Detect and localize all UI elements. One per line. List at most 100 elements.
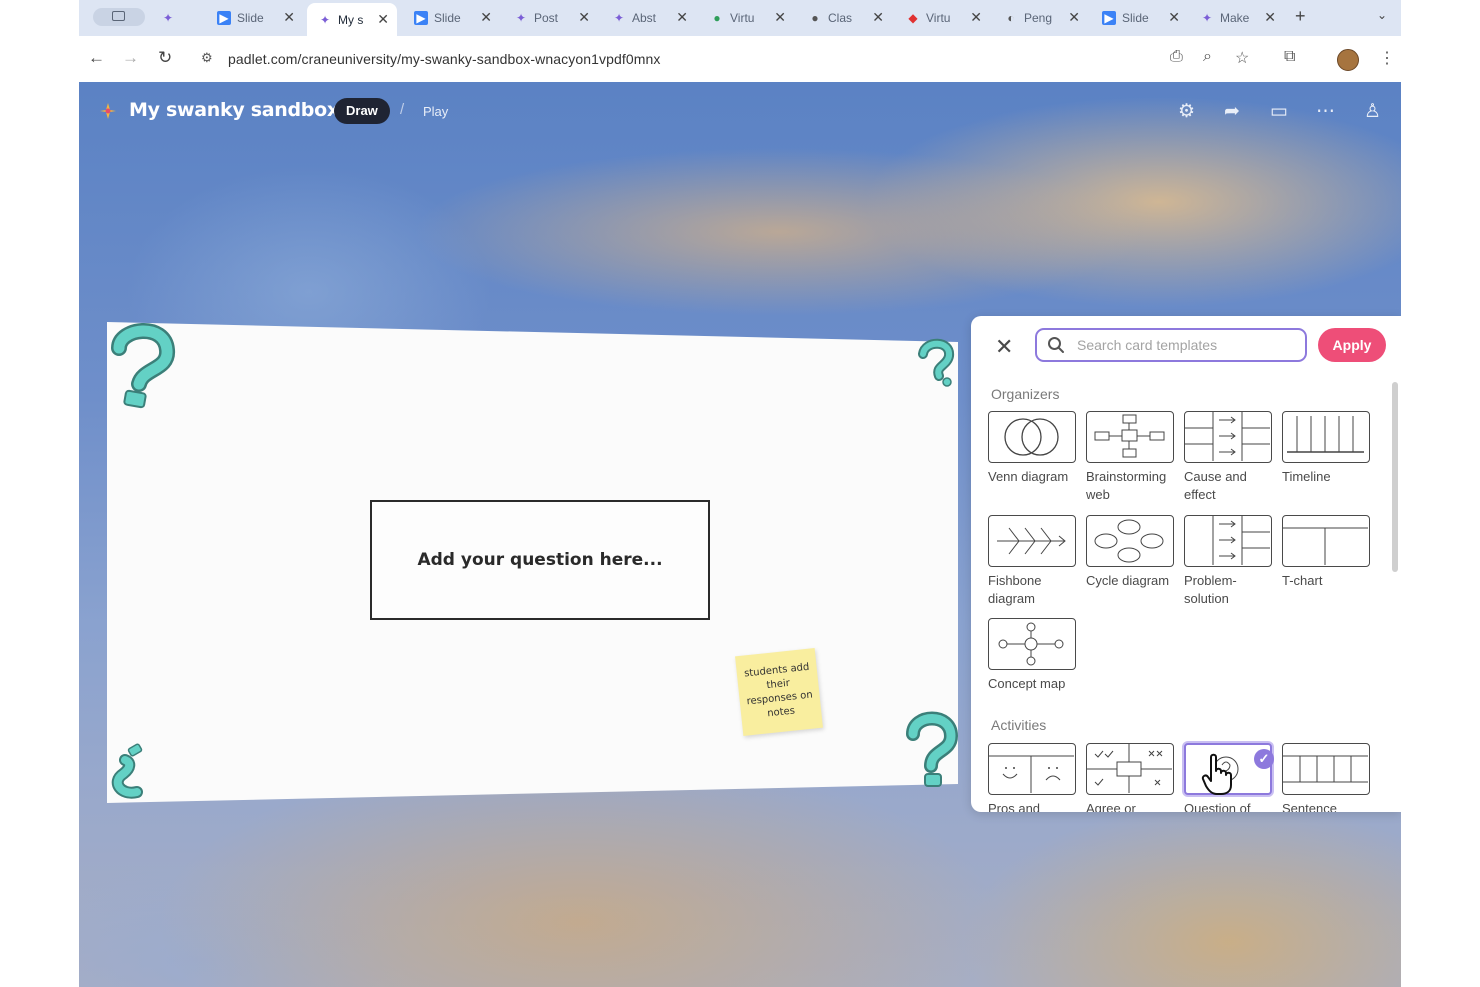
url-text[interactable]: padlet.com/craneuniversity/my-swanky-san… <box>228 51 661 67</box>
close-tab-icon[interactable]: ✕ <box>1264 9 1276 26</box>
question-mark-decoration <box>111 743 143 799</box>
browser-tab-active[interactable]: ✦ My s ✕ <box>307 3 397 36</box>
play-mode-button[interactable]: Play <box>423 104 448 119</box>
browser-tab[interactable]: ▶ Slide ✕ <box>1091 5 1188 30</box>
template-pros-and-cons[interactable]: Pros and <box>988 743 1078 812</box>
browser-tab[interactable]: ▶ Slide ✕ <box>206 5 303 30</box>
browser-tab[interactable]: ● Clas ✕ <box>797 5 892 30</box>
browser-tab[interactable]: ✦ Abst ✕ <box>601 5 696 30</box>
question-box[interactable]: Add your question here... <box>370 500 710 620</box>
whiteboard-card[interactable]: Add your question here... students add t… <box>107 322 959 803</box>
close-tab-icon[interactable]: ✕ <box>377 11 389 28</box>
more-options-icon[interactable]: ⋯ <box>1316 100 1335 123</box>
padlet-icon: ✦ <box>613 10 625 25</box>
template-thumbnail <box>1086 411 1174 463</box>
template-label: T-chart <box>1282 573 1323 588</box>
browser-tab[interactable]: ✦ Post ✕ <box>503 5 598 30</box>
template-brainstorming-web[interactable]: Brainstorming web <box>1086 411 1176 504</box>
padlet-logo-icon <box>100 103 116 119</box>
template-thumbnail <box>988 411 1076 463</box>
sticky-note[interactable]: students add their responses on notes <box>735 648 823 736</box>
template-thumbnail <box>988 743 1076 795</box>
template-thumbnail <box>1184 411 1272 463</box>
template-timeline[interactable]: Timeline <box>1282 411 1372 486</box>
template-cycle-diagram[interactable]: Cycle diagram <box>1086 515 1176 590</box>
template-t-chart[interactable]: T-chart <box>1282 515 1372 590</box>
padlet-icon: ✦ <box>1201 10 1213 25</box>
template-cause-and-effect[interactable]: Cause and effect <box>1184 411 1274 504</box>
tab-search-button[interactable] <box>93 8 145 26</box>
browser-tab[interactable]: ● Virtu ✕ <box>699 5 794 30</box>
browser-toolbar: ← → ↻ ⚙ padlet.com/craneuniversity/my-sw… <box>79 36 1401 82</box>
template-problem-solution[interactable]: Problem-solution <box>1184 515 1274 608</box>
back-arrow-icon[interactable]: ← <box>88 48 105 68</box>
close-tab-icon[interactable]: ✕ <box>578 9 590 26</box>
pinned-tab[interactable]: ✦ <box>163 5 173 30</box>
browser-tab[interactable]: ▶ Slide ✕ <box>403 5 500 30</box>
padlet-icon: ✦ <box>515 10 527 25</box>
template-label: Venn diagram <box>988 469 1069 484</box>
section-title-organizers: Organizers <box>991 386 1060 402</box>
share-icon[interactable]: ➦ <box>1224 100 1240 123</box>
template-concept-map[interactable]: Concept map <box>988 618 1078 693</box>
board-title[interactable]: My swanky sandbox <box>129 99 339 121</box>
address-bar[interactable]: ⚙ padlet.com/craneuniversity/my-swanky-s… <box>193 44 1273 74</box>
search-input[interactable] <box>1075 336 1299 354</box>
checkmark-icon: ✓ <box>1254 749 1274 769</box>
template-label: Sentence <box>1282 801 1337 812</box>
extensions-icon[interactable]: ⧉ <box>1284 48 1295 66</box>
user-avatar-icon[interactable]: ♙ <box>1364 100 1381 123</box>
draw-mode-button[interactable]: Draw <box>334 98 390 124</box>
bookmark-star-icon[interactable]: ☆ <box>1235 48 1249 68</box>
pin-icon: ◆ <box>908 10 918 25</box>
template-label: Question of <box>1184 801 1251 812</box>
install-app-icon[interactable]: ⎙ <box>1170 48 1183 66</box>
question-text[interactable]: Add your question here... <box>417 550 662 570</box>
sticky-note-text: students add their responses on notes <box>743 661 814 720</box>
close-tab-icon[interactable]: ✕ <box>872 9 884 26</box>
penguin-icon: ◐ <box>1007 10 1015 25</box>
template-fishbone-diagram[interactable]: Fishbone diagram <box>988 515 1078 608</box>
close-tab-icon[interactable]: ✕ <box>676 9 688 26</box>
template-thumbnail <box>988 515 1076 567</box>
template-sentence-starter[interactable]: Sentence <box>1282 743 1372 812</box>
profile-avatar[interactable] <box>1337 49 1359 71</box>
close-tab-icon[interactable]: ✕ <box>970 9 982 26</box>
chevron-down-icon[interactable]: ⌄ <box>1377 8 1387 22</box>
search-icon <box>1048 337 1064 353</box>
template-search-box[interactable] <box>1035 328 1307 362</box>
slides-icon: ▶ <box>1102 10 1116 25</box>
close-tab-icon[interactable]: ✕ <box>480 9 492 26</box>
close-tab-icon[interactable]: ✕ <box>283 9 295 26</box>
close-icon[interactable]: ✕ <box>995 334 1013 360</box>
apply-button[interactable]: Apply <box>1318 328 1386 362</box>
settings-icon[interactable]: ⚙ <box>1178 100 1195 123</box>
globe-icon: ● <box>713 10 721 25</box>
template-thumbnail <box>1086 743 1174 795</box>
browser-tab[interactable]: ◆ Virtu ✕ <box>895 5 990 30</box>
browser-tab[interactable]: ✦ Make ✕ <box>1189 5 1284 30</box>
browser-window: ✦ ▶ Slide ✕ ✦ My s ✕ ▶ Slide ✕ ✦ Post ✕ … <box>79 0 1401 987</box>
hand-cursor-icon <box>1201 753 1232 795</box>
forward-arrow-icon[interactable]: → <box>122 48 139 68</box>
new-tab-icon[interactable]: + <box>1295 6 1306 27</box>
close-tab-icon[interactable]: ✕ <box>1068 9 1080 26</box>
reload-icon[interactable]: ↻ <box>158 48 172 68</box>
site-settings-icon[interactable]: ⚙ <box>201 50 213 66</box>
template-thumbnail <box>1184 515 1272 567</box>
slideshow-icon[interactable]: ▭ <box>1270 100 1288 123</box>
mode-separator: / <box>400 101 405 118</box>
browser-menu-icon[interactable]: ⋮ <box>1379 48 1395 68</box>
close-tab-icon[interactable]: ✕ <box>1168 9 1180 26</box>
close-tab-icon[interactable]: ✕ <box>774 9 786 26</box>
template-venn-diagram[interactable]: Venn diagram <box>988 411 1078 486</box>
panel-scrollbar[interactable] <box>1392 382 1398 572</box>
microphone-icon: ● <box>811 10 819 25</box>
template-label: Agree or <box>1086 801 1136 812</box>
template-label: Fishbone diagram <box>988 573 1042 606</box>
template-agree-or-disagree[interactable]: Agree or <box>1086 743 1176 812</box>
zoom-icon[interactable]: ⌕ <box>1203 48 1212 66</box>
browser-tab[interactable]: ◐ Peng ✕ <box>993 5 1088 30</box>
template-label: Concept map <box>988 676 1066 691</box>
template-thumbnail <box>1282 411 1370 463</box>
